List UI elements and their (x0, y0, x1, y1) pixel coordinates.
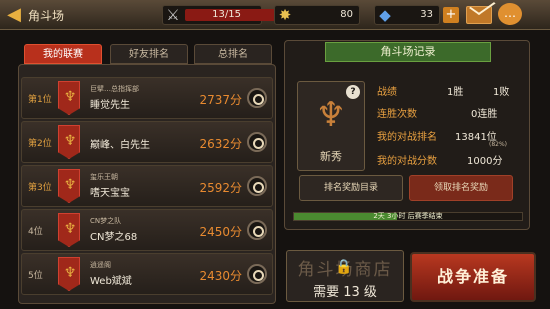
rank-label: 第3位 (28, 183, 52, 193)
rank-rewards-list-button[interactable]: 排名奖励目录 (299, 175, 403, 201)
gold-value: 80 (340, 9, 353, 20)
view-magnifier-icon[interactable] (247, 88, 267, 108)
streak-label: 连胜次数 (377, 109, 417, 120)
view-magnifier-icon[interactable] (247, 176, 267, 196)
tab-overall-ranking[interactable]: 总排名 (194, 44, 272, 64)
score-value: 1000分 (467, 156, 503, 167)
lock-icon: 🔒 (335, 259, 353, 275)
star-medal-icon: ✸ (278, 6, 292, 24)
tier-emblem[interactable]: ? ♆ 新秀 (297, 81, 365, 171)
crest-icon: ♆ (315, 95, 347, 135)
score-label: 我的对战分数 (377, 156, 437, 167)
league-list: 第1位 巨擘…总指挥部 睡觉先生 2737分 第2位 巅峰、白先生 2632分 … (18, 64, 276, 304)
league-row[interactable]: 第2位 巅峰、白先生 2632分 (21, 121, 273, 163)
stamina-display: ⚔ 13/15 (162, 5, 275, 25)
player-name: CN梦之68 (90, 232, 138, 243)
back-arrow-icon[interactable]: ◀ (4, 5, 24, 25)
arena-record-panel: 角斗场记录 ? ♆ 新秀 战绩 1胜 1败 连胜次数 0连胜 我的对战排名 13… (284, 40, 530, 230)
add-gems-button[interactable]: + (443, 7, 459, 23)
chat-icon[interactable]: … (498, 3, 522, 25)
guild-name: 巨擘…总指挥部 (90, 85, 139, 93)
guild-banner-icon (58, 169, 80, 203)
rank-label: 5位 (28, 271, 43, 281)
gem-value: 33 (420, 9, 433, 20)
claim-rank-reward-button[interactable]: 领取排名奖励 (409, 175, 513, 201)
streak-value: 0连胜 (471, 109, 498, 120)
player-score: 2592分 (199, 181, 242, 195)
tab-my-league[interactable]: 我的联赛 (24, 44, 102, 64)
player-name: 巅峰、白先生 (90, 140, 150, 151)
guild-name: CN梦之队 (90, 217, 122, 225)
guild-name: 玺乐王朝 (90, 173, 118, 181)
player-name: Web斌斌 (90, 276, 132, 287)
wins-value: 1胜 (447, 87, 464, 98)
player-score: 2632分 (199, 137, 242, 151)
league-row[interactable]: 第3位 玺乐王朝 嗜天宝宝 2592分 (21, 165, 273, 207)
stamina-value: 13/15 (212, 9, 241, 20)
view-magnifier-icon[interactable] (247, 132, 267, 152)
rank-label: 第2位 (28, 139, 52, 149)
guild-banner-icon (58, 125, 80, 159)
crossed-swords-icon: ⚔ (166, 6, 180, 24)
view-magnifier-icon[interactable] (247, 220, 267, 240)
player-name: 睡觉先生 (90, 100, 130, 111)
rank-label: 第1位 (28, 95, 52, 105)
page-title: 角斗场 (28, 9, 65, 23)
guild-name: 逍遥阁 (90, 261, 111, 269)
rank-label: 4位 (28, 227, 43, 237)
player-score: 2737分 (199, 93, 242, 107)
season-countdown: 2天 3小时 后赛季结束 (373, 212, 443, 220)
season-progress: 2天 3小时 后赛季结束 (293, 212, 523, 221)
league-row[interactable]: 第1位 巨擘…总指挥部 睡觉先生 2737分 (21, 77, 273, 119)
rank-percent: (82%) (489, 141, 508, 148)
gold-display: ✸ 80 (274, 5, 360, 25)
player-name: 嗜天宝宝 (90, 188, 130, 199)
player-score: 2430分 (199, 269, 242, 283)
gem-display: ◆ 33 + (374, 5, 459, 25)
losses-value: 1败 (493, 87, 510, 98)
guild-banner-icon (58, 257, 80, 291)
record-title: 角斗场记录 (325, 42, 491, 62)
gem-icon: ◆ (379, 6, 391, 24)
shop-requirement: 需要 13 级 (313, 285, 377, 300)
guild-banner-icon (58, 81, 80, 115)
top-bar: ◀ 角斗场 ⚔ 13/15 ✸ 80 ◆ 33 + … (0, 0, 550, 30)
battle-prepare-button[interactable]: 战争准备 (410, 252, 536, 302)
player-score: 2450分 (199, 225, 242, 239)
tab-friend-ranking[interactable]: 好友排名 (110, 44, 188, 64)
league-row[interactable]: 5位 逍遥阁 Web斌斌 2430分 (21, 253, 273, 295)
record-label: 战绩 (377, 87, 397, 98)
view-magnifier-icon[interactable] (247, 264, 267, 284)
rank-label: 我的对战排名 (377, 132, 437, 143)
mail-icon[interactable] (466, 6, 492, 24)
tier-name: 新秀 (320, 150, 342, 163)
guild-banner-icon (58, 213, 80, 247)
league-row[interactable]: 4位 CN梦之队 CN梦之68 2450分 (21, 209, 273, 251)
arena-shop-button[interactable]: 角斗场商店 🔒 需要 13 级 (286, 250, 404, 302)
